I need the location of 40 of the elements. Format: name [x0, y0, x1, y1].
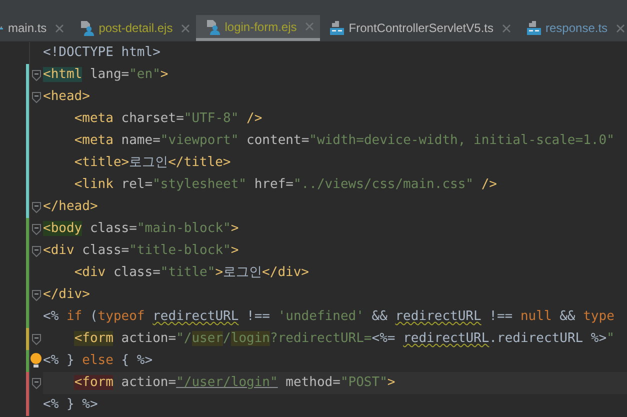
code-line: <form action="/user/login" method="POST"> — [73, 374, 396, 392]
fold-icon[interactable] — [32, 70, 41, 80]
person-file-icon — [206, 18, 220, 34]
code-line: <html lang="en"> — [43, 66, 168, 84]
code-line: <!DOCTYPE html> — [43, 44, 160, 62]
editor-tab[interactable]: main.ts — [0, 15, 70, 41]
lightbulb-icon[interactable] — [30, 353, 42, 368]
close-icon — [502, 24, 510, 32]
editor-tab[interactable]: login-form.ejs — [196, 15, 320, 41]
fold-icon[interactable] — [32, 246, 41, 256]
code-line: <% } %> — [43, 396, 98, 414]
code-line: <meta charset="UTF-8" /> — [73, 110, 262, 128]
code-line: <title>로그인</title> — [73, 154, 231, 172]
close-icon — [180, 24, 190, 32]
editor-tab[interactable]: response.ts — [516, 15, 627, 41]
fold-icon[interactable] — [32, 290, 41, 300]
fold-icon[interactable] — [32, 334, 41, 344]
code-line: <div class="title-block"> — [43, 242, 239, 260]
close-icon — [54, 24, 64, 32]
code-line: <head> — [43, 88, 90, 106]
editor-tab[interactable]: post-detail.ejs — [70, 15, 196, 41]
code-line: <% if (typeof redirectURL !== 'undefined' && redirectURL !== null && type — [43, 308, 614, 326]
code-line: <body class="main-block"> — [43, 220, 239, 238]
person-file-icon — [80, 20, 94, 36]
code-line: <form action="/user/login?redirectURL=<%= redirectURL.redirectURL %>" — [73, 330, 614, 348]
code-line: <meta name="viewport" content="width=device-width, initial-scale=1.0" — [73, 132, 614, 150]
typescript-file-icon — [526, 21, 540, 35]
close-icon — [304, 22, 314, 31]
close-icon — [616, 24, 625, 32]
fold-icon[interactable] — [32, 202, 41, 212]
typescript-file-icon — [330, 21, 344, 35]
code-line: </div> — [43, 286, 90, 304]
editor-tab[interactable]: FrontControllerServletV5.ts — [320, 15, 516, 41]
code-line: </head> — [43, 198, 98, 216]
code-line: <div class="title">로그인</div> — [73, 264, 310, 282]
code-line: <% } else { %> — [43, 352, 153, 370]
fold-icon[interactable] — [32, 378, 41, 388]
fold-icon[interactable] — [32, 92, 41, 102]
code-line: <link rel="stylesheet" href="../views/css/main.css" /> — [73, 176, 497, 194]
fold-icon[interactable] — [32, 224, 41, 234]
